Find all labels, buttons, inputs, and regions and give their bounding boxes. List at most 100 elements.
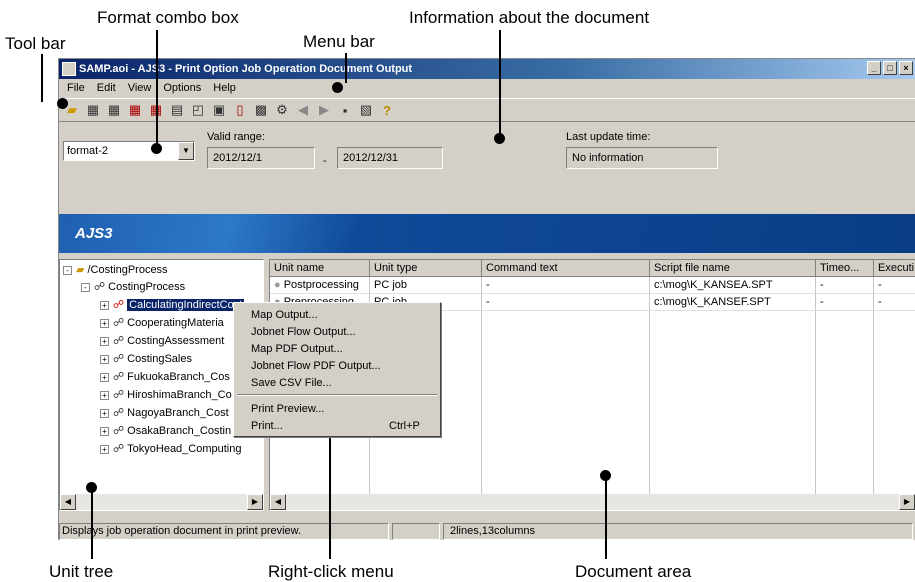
menu-file[interactable]: File (61, 82, 91, 94)
last-update-label: Last update time: (566, 131, 651, 143)
map-output-icon[interactable]: ▦ (84, 101, 102, 119)
annotation-format-combo: Format combo box (97, 8, 239, 27)
csv-icon[interactable]: ▤ (168, 101, 186, 119)
tree-item[interactable]: + ☍ HiroshimaBranch_Co (100, 386, 232, 404)
column-header[interactable]: Script file name (650, 260, 816, 277)
range-end-field: 2012/12/31 (337, 147, 443, 169)
document-info: format-2 ▼ Valid range: 2012/12/1 - 2012… (59, 123, 915, 219)
column-header[interactable]: Command text (482, 260, 650, 277)
status-empty (392, 523, 440, 540)
ajs3-banner: AJS3 (59, 214, 915, 253)
jobnet-icon: ☍ (113, 353, 125, 365)
help-icon[interactable]: ? (378, 101, 396, 119)
scroll-right-icon[interactable]: ▶ (247, 494, 263, 510)
menu-bar: File Edit View Options Help (59, 79, 915, 97)
jobnet-icon: ☍ (113, 317, 125, 329)
scroll-left-icon[interactable]: ◀ (60, 494, 76, 510)
tree-item[interactable]: + ☍ CostingAssessment (100, 332, 224, 350)
menu-item-map-output[interactable]: Map Output... (251, 307, 318, 324)
menu-item-save-csv[interactable]: Save CSV File... (251, 375, 332, 392)
tree-item[interactable]: + ☍ FukuokaBranch_Cos (100, 368, 230, 386)
annotation-info: Information about the document (409, 8, 650, 27)
column-header[interactable]: Executi (874, 260, 915, 277)
last-update-field: No information (566, 147, 718, 169)
table-cell: - (816, 294, 874, 311)
status-bar: Displays job operation document in print… (59, 521, 915, 540)
print-icon[interactable]: ▣ (210, 101, 228, 119)
document-scrollbar[interactable]: ◀ ▶ (270, 494, 915, 510)
table-cell: c:\mog\K_KANSEA.SPT (650, 277, 816, 294)
table-cell: ● Postprocessing (270, 277, 370, 294)
scroll-right-icon[interactable]: ▶ (899, 494, 915, 510)
menu-options[interactable]: Options (157, 82, 207, 94)
tree-item[interactable]: + ☍ CalculatingIndirectCost (100, 296, 245, 314)
circle-icon: ● (274, 279, 281, 291)
annotation-unit-tree: Unit tree (49, 562, 114, 581)
back-icon[interactable]: ◀ (294, 101, 312, 119)
table-cell: - (816, 277, 874, 294)
print-preview-icon[interactable]: ◰ (189, 101, 207, 119)
tree-item[interactable]: + ☍ OsakaBranch_Costin (100, 422, 231, 440)
menu-view[interactable]: View (122, 82, 158, 94)
jobnet-icon: ☍ (113, 443, 125, 455)
tree-root[interactable]: - ▰/CostingProcess (63, 261, 168, 279)
refresh-icon[interactable]: ▧ (357, 101, 375, 119)
scroll-left-icon[interactable]: ◀ (270, 494, 286, 510)
table-cell: PC job (370, 277, 482, 294)
chevron-down-icon[interactable]: ▼ (178, 142, 194, 160)
jobnet-flow-icon[interactable]: ▦ (105, 101, 123, 119)
annotation-right-click: Right-click menu (268, 562, 394, 581)
jobnet-icon: ☍ (94, 281, 106, 293)
jobnet-icon: ☍ (113, 407, 125, 419)
menu-item-print-preview[interactable]: Print Preview... (251, 401, 324, 418)
close-button[interactable]: × (899, 61, 913, 75)
status-message: Displays job operation document in print… (59, 523, 389, 540)
tree-group[interactable]: - ☍ CostingProcess (81, 278, 185, 296)
table-cell: - (874, 277, 915, 294)
folder-icon: ▰ (76, 264, 85, 276)
jobnet-icon: ☍ (113, 389, 125, 401)
column-header[interactable]: Timeo... (816, 260, 874, 277)
annotation-doc-area: Document area (575, 562, 692, 581)
context-menu: Map Output... Jobnet Flow Output... Map … (233, 302, 441, 437)
menu-item-jobnet-flow-pdf-output[interactable]: Jobnet Flow PDF Output... (251, 358, 381, 375)
tree-item[interactable]: + ☍ TokyoHead_Computing (100, 440, 242, 458)
column-header[interactable]: Unit type (370, 260, 482, 277)
app-icon (62, 62, 76, 76)
minimize-button[interactable]: _ (867, 61, 881, 75)
jobnet-icon: ☍ (113, 371, 125, 383)
range-separator: - (323, 155, 327, 167)
tree-item[interactable]: + ☍ CooperatingMateria (100, 314, 224, 332)
column-header[interactable]: Unit name (270, 260, 370, 277)
menu-item-jobnet-flow-output[interactable]: Jobnet Flow Output... (251, 324, 356, 341)
maximize-button[interactable]: □ (883, 61, 897, 75)
map-pdf-icon[interactable]: ▦ (126, 101, 144, 119)
print-shortcut: Ctrl+P (389, 420, 420, 432)
app-window: SAMP.aoi - AJS3 - Print Option Job Opera… (58, 58, 915, 540)
menu-item-map-pdf-output[interactable]: Map PDF Output... (251, 341, 343, 358)
table-cell: - (874, 294, 915, 311)
menu-separator (237, 394, 437, 396)
tree-item[interactable]: + ☍ NagoyaBranch_Cost (100, 404, 229, 422)
jobnet-icon: ☍ (113, 425, 125, 437)
forward-icon[interactable]: ▶ (315, 101, 333, 119)
annotation-menubar: Menu bar (303, 32, 375, 51)
table-cell: c:\mog\K_KANSEF.SPT (650, 294, 816, 311)
page-icon[interactable]: ▯ (231, 101, 249, 119)
window-title: SAMP.aoi - AJS3 - Print Option Job Opera… (79, 63, 413, 75)
menu-item-print[interactable]: Print... (251, 418, 283, 435)
jobnet-icon: ☍ (113, 299, 125, 311)
menu-edit[interactable]: Edit (91, 82, 122, 94)
format-combo-value: format-2 (67, 145, 108, 157)
info-icon[interactable]: ▪ (336, 101, 354, 119)
status-size: 2lines,13columns (443, 523, 913, 540)
tree-item[interactable]: + ☍ CostingSales (100, 350, 192, 368)
menu-help[interactable]: Help (207, 82, 242, 94)
settings-icon[interactable]: ▩ (252, 101, 270, 119)
format-combo[interactable]: format-2 ▼ (63, 141, 195, 161)
tree-icon[interactable]: ⚙ (273, 101, 291, 119)
table-cell: - (482, 277, 650, 294)
annotation-toolbar: Tool bar (5, 34, 66, 53)
table-cell: - (482, 294, 650, 311)
tool-bar: ▰ ▦ ▦ ▦ ▦ ▤ ◰ ▣ ▯ ▩ ⚙ ◀ ▶ ▪ ▧ ? (59, 98, 915, 122)
